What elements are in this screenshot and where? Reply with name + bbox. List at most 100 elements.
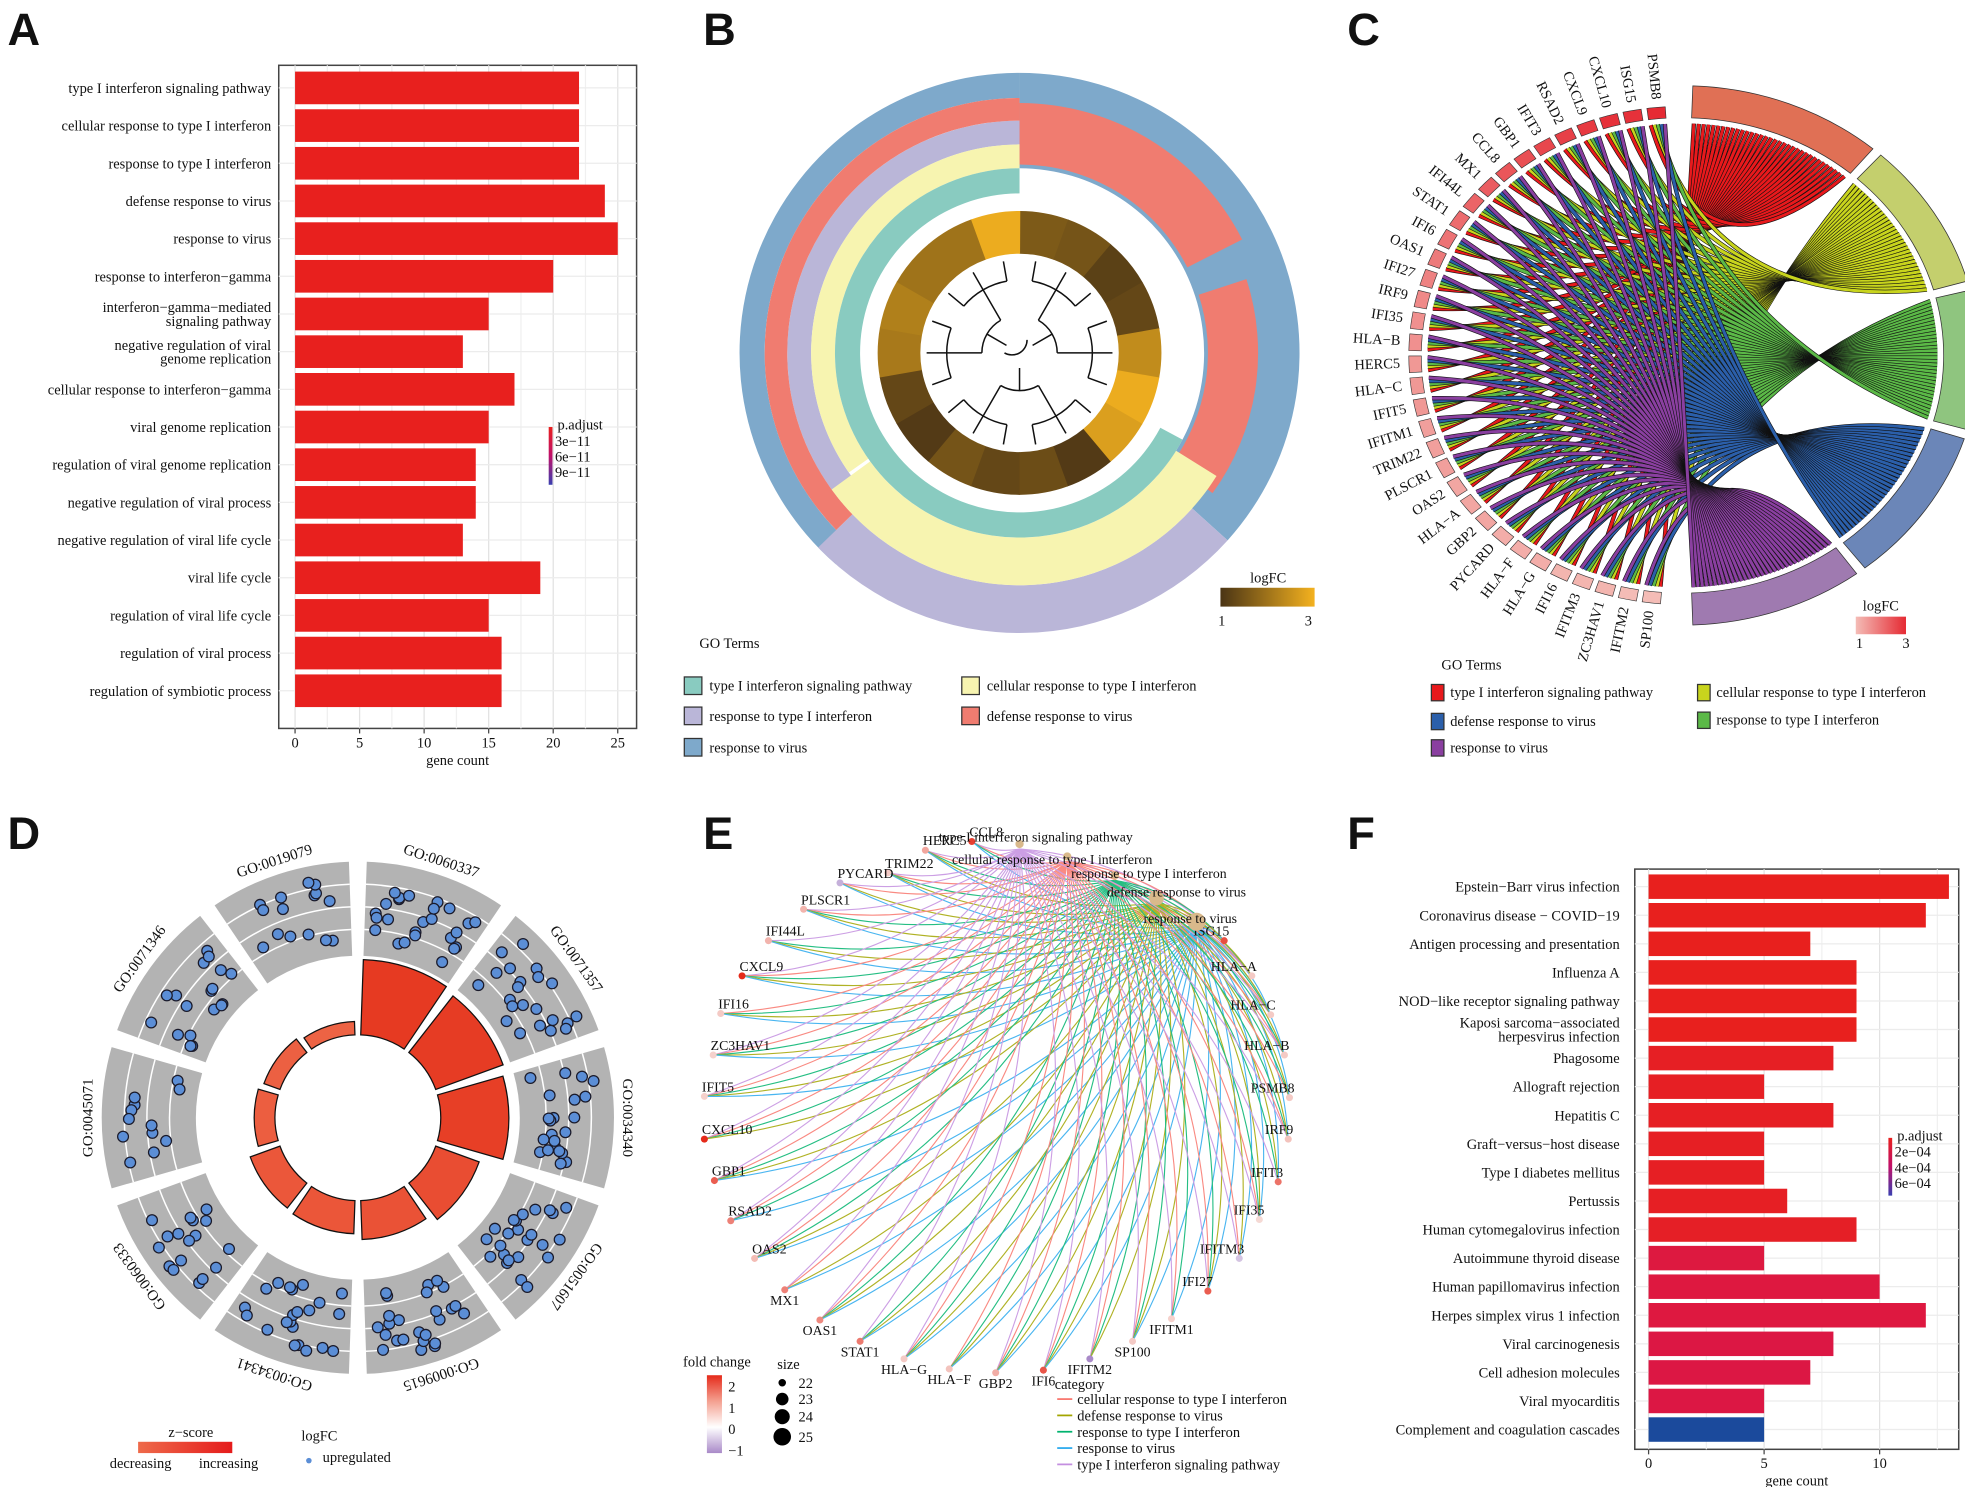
size-legend-label: 24 <box>799 1410 813 1426</box>
bar <box>295 297 489 331</box>
gene-dot <box>488 1222 501 1235</box>
gene-dot <box>380 1287 393 1300</box>
gene-dot <box>206 982 219 995</box>
gene-label: IFIT5 <box>702 1079 734 1094</box>
legend-label: 9e−11 <box>555 465 591 481</box>
gene-box <box>1412 397 1430 417</box>
gene-dot <box>502 1227 515 1240</box>
gene-dot <box>525 1228 538 1241</box>
gene-box <box>1408 333 1423 352</box>
network-edge <box>1066 861 1125 1360</box>
category-label: Coronavirus disease − COVID−19 <box>1419 908 1619 924</box>
gene-dot <box>457 1307 471 1320</box>
gene-dot <box>430 1305 443 1318</box>
gene-label: HLA−F <box>927 1372 971 1387</box>
gene-dot <box>559 1022 572 1035</box>
gene-dot <box>568 1111 581 1124</box>
gene-dot <box>516 1208 529 1221</box>
gene-label: IFI35 <box>1234 1202 1265 1217</box>
gene-label: GBP1 <box>712 1164 746 1179</box>
gene-dot <box>167 1263 180 1276</box>
gene-dot <box>152 1241 165 1254</box>
category-label: Viral carcinogenesis <box>1502 1337 1620 1353</box>
gene-dot <box>570 1010 583 1023</box>
gene-dot <box>283 1281 297 1294</box>
gene-label: IFI35 <box>1370 306 1404 326</box>
gene-box <box>1641 590 1662 605</box>
gene-box <box>1554 127 1577 146</box>
gene-dot <box>427 902 440 915</box>
zscore-title: z−score <box>168 1425 213 1441</box>
x-tick-label: 0 <box>291 735 298 751</box>
logfc-ring-segment <box>1117 328 1162 379</box>
gene-dot <box>388 886 401 899</box>
colorbar-title: logFC <box>1250 571 1286 587</box>
gene-dot <box>377 1343 390 1356</box>
gene-box <box>1622 108 1644 124</box>
panel-e-network: HERC5CCL8TRIM22PYCARDPLSCR1IFI44LCXCL9IF… <box>683 824 1295 1473</box>
gene-box <box>1408 355 1423 374</box>
x-tick-label: 20 <box>546 735 560 751</box>
gene-dot <box>403 889 416 902</box>
gene-dot <box>380 897 393 910</box>
gene-box <box>1418 418 1437 438</box>
gene-dot <box>124 1156 137 1169</box>
bar <box>295 561 541 595</box>
size-legend-label: 22 <box>799 1376 813 1392</box>
bar <box>295 636 502 670</box>
gene-box <box>1550 563 1573 582</box>
x-tick-label: 15 <box>481 735 495 751</box>
legend-label: 3e−11 <box>555 434 591 450</box>
gene-dot <box>543 1204 556 1217</box>
bar <box>1648 903 1926 928</box>
gene-dot <box>587 1074 600 1088</box>
term-arc <box>1933 290 1965 430</box>
gene-dot <box>546 977 559 990</box>
gene-box <box>1513 148 1537 169</box>
gene-dot <box>480 1233 493 1246</box>
category-label: viral genome replication <box>130 420 271 436</box>
gene-dot <box>500 1015 513 1028</box>
bar <box>1648 1417 1765 1442</box>
gene-label: PSMB8 <box>1251 1081 1295 1096</box>
term-sector <box>101 1047 203 1189</box>
gene-label: IRF9 <box>1377 281 1410 303</box>
gene-dot <box>172 1227 185 1240</box>
legend-item-label: cellular response to type I interferon <box>1716 685 1926 701</box>
p-adjust-colorbar <box>1888 1137 1893 1196</box>
gene-dot <box>369 924 382 937</box>
gene-dot <box>214 964 227 977</box>
gene-dot <box>335 1287 348 1300</box>
network-edge <box>754 848 1021 1259</box>
gene-dot <box>276 903 289 916</box>
legend-swatch <box>1696 711 1711 730</box>
legend-item-label: response to virus <box>1450 740 1548 756</box>
category-label: regulation of viral life cycle <box>110 608 271 624</box>
legend-swatch <box>961 676 980 696</box>
gene-label: ISG15 <box>1616 64 1639 104</box>
bar <box>1648 1074 1765 1099</box>
category-label: Epstein−Barr virus infection <box>1455 880 1619 896</box>
gene-dot <box>560 1201 573 1214</box>
gene-label: IFIT3 <box>1513 102 1544 139</box>
category-label-line: herpesvirus infection <box>1498 1029 1619 1045</box>
gene-label: SP100 <box>1115 1344 1151 1359</box>
gene-dot <box>506 1000 519 1013</box>
gene-box <box>1599 113 1621 130</box>
bar <box>1648 1103 1834 1128</box>
legend-item-label: response to type I interferon <box>709 709 872 725</box>
category-label: Graft−versus−host disease <box>1467 1137 1620 1153</box>
gene-dot <box>147 1146 160 1159</box>
gene-label: HLA−C <box>1354 379 1403 401</box>
gene-label: HERC5 <box>1354 356 1400 374</box>
x-tick-label: 10 <box>1872 1456 1886 1472</box>
logfc-title: logFC <box>301 1429 337 1445</box>
gene-dot <box>541 1144 555 1157</box>
gene-label: IFITM2 <box>1608 606 1633 655</box>
bar <box>1648 960 1857 985</box>
category-label: viral life cycle <box>188 571 271 587</box>
gene-box <box>1437 228 1458 250</box>
gene-dot <box>215 999 228 1012</box>
gene-label: MX1 <box>770 1293 799 1308</box>
category-label: cellular response to interferon−gamma <box>48 382 272 398</box>
